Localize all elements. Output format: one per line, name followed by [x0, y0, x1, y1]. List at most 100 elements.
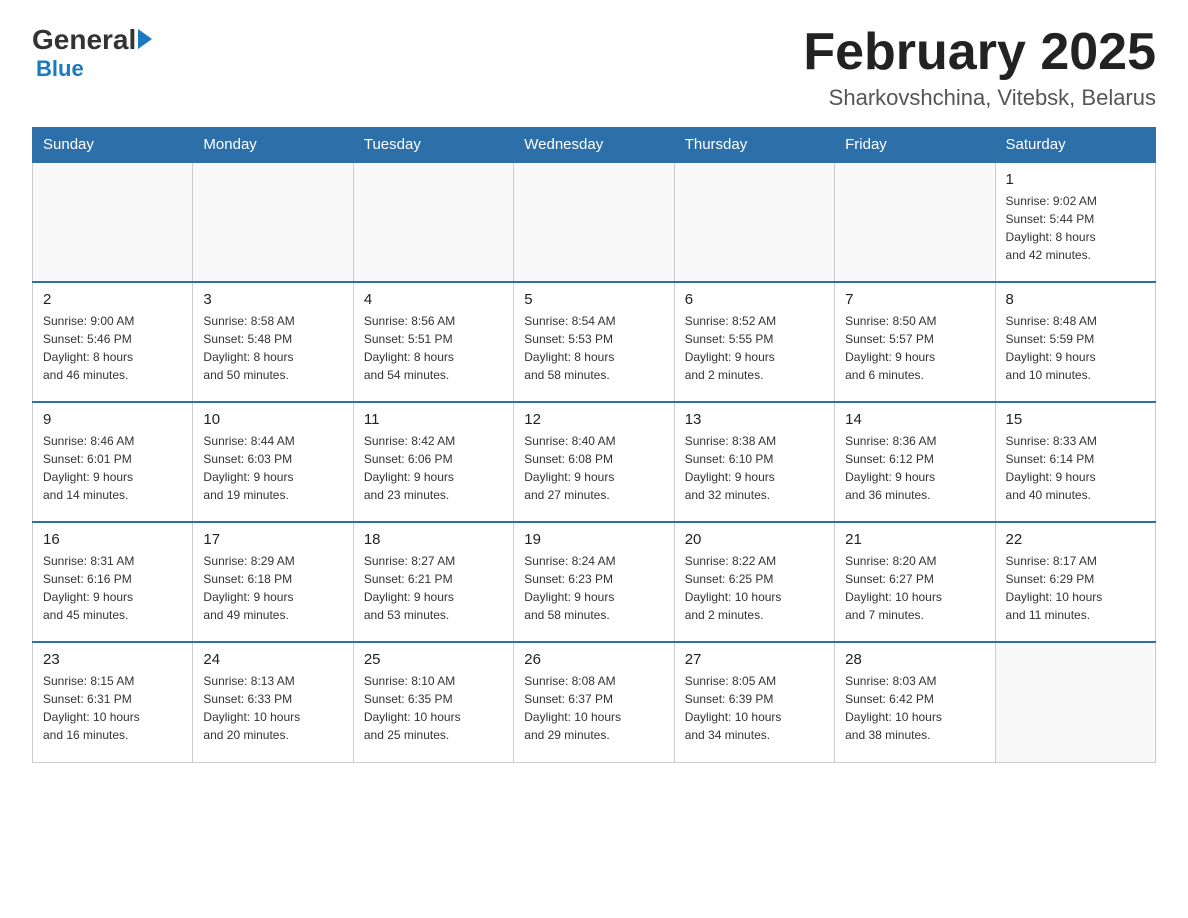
calendar-cell: 1Sunrise: 9:02 AMSunset: 5:44 PMDaylight… [995, 162, 1155, 282]
day-number: 24 [203, 651, 342, 668]
calendar-cell: 6 Sunrise: 8:52 AMSunset: 5:55 PMDaylight… [674, 282, 834, 402]
day-number: 3 [203, 291, 342, 308]
day-number: 26 [524, 651, 663, 668]
day-info: Sunrise: 8:17 AMSunset: 6:29 PMDaylight:… [1006, 552, 1145, 624]
week-row-5: 23 Sunrise: 8:15 AMSunset: 6:31 PMDayligh… [33, 642, 1156, 762]
logo-text: General [32, 24, 152, 56]
calendar-cell: 26Sunrise: 8:08 AMSunset: 6:37 PMDayligh… [514, 642, 674, 762]
day-number: 6 [685, 291, 824, 308]
calendar-cell: 21Sunrise: 8:20 AMSunset: 6:27 PMDayligh… [835, 522, 995, 642]
day-info: Sunrise: 8:15 AMSunset: 6:31 PMDaylight:… [43, 672, 182, 744]
title-area: February 2025 Sharkovshchina, Vitebsk, B… [803, 24, 1156, 111]
day-info: Sunrise: 8:36 AMSunset: 6:12 PMDaylight:… [845, 432, 984, 504]
header-friday: Friday [835, 128, 995, 163]
calendar-cell: 17 Sunrise: 8:29 AMSunset: 6:18 PMDayligh… [193, 522, 353, 642]
day-number: 25 [364, 651, 503, 668]
day-info: Sunrise: 8:44 AMSunset: 6:03 PMDaylight:… [203, 432, 342, 504]
day-number: 27 [685, 651, 824, 668]
calendar-cell: 18Sunrise: 8:27 AMSunset: 6:21 PMDayligh… [353, 522, 513, 642]
calendar-cell: 10 Sunrise: 8:44 AMSunset: 6:03 PMDayligh… [193, 402, 353, 522]
calendar-cell: 8Sunrise: 8:48 AMSunset: 5:59 PMDaylight… [995, 282, 1155, 402]
calendar-cell [353, 162, 513, 282]
calendar-cell: 28Sunrise: 8:03 AMSunset: 6:42 PMDayligh… [835, 642, 995, 762]
calendar-cell [674, 162, 834, 282]
page-subtitle: Sharkovshchina, Vitebsk, Belarus [803, 85, 1156, 111]
logo-blue-label: Blue [36, 56, 84, 81]
day-info: Sunrise: 8:29 AMSunset: 6:18 PMDaylight:… [203, 552, 342, 624]
weekday-header-row: Sunday Monday Tuesday Wednesday Thursday… [33, 128, 1156, 163]
day-number: 22 [1006, 531, 1145, 548]
day-number: 13 [685, 411, 824, 428]
day-info: Sunrise: 8:03 AMSunset: 6:42 PMDaylight:… [845, 672, 984, 744]
calendar-cell [193, 162, 353, 282]
day-number: 9 [43, 411, 182, 428]
day-number: 10 [203, 411, 342, 428]
day-number: 11 [364, 411, 503, 428]
day-number: 4 [364, 291, 503, 308]
day-info: Sunrise: 8:52 AMSunset: 5:55 PMDaylight:… [685, 312, 824, 384]
logo-general: General [32, 24, 136, 56]
header-sunday: Sunday [33, 128, 193, 163]
calendar-cell: 15 Sunrise: 8:33 AMSunset: 6:14 PMDayligh… [995, 402, 1155, 522]
day-info: Sunrise: 8:42 AMSunset: 6:06 PMDaylight:… [364, 432, 503, 504]
calendar-cell: 23 Sunrise: 8:15 AMSunset: 6:31 PMDayligh… [33, 642, 193, 762]
day-info: Sunrise: 8:46 AMSunset: 6:01 PMDaylight:… [43, 432, 182, 504]
day-info: Sunrise: 8:27 AMSunset: 6:21 PMDaylight:… [364, 552, 503, 624]
day-info: Sunrise: 9:00 AMSunset: 5:46 PMDaylight:… [43, 312, 182, 384]
day-number: 5 [524, 291, 663, 308]
day-info: Sunrise: 8:58 AMSunset: 5:48 PMDaylight:… [203, 312, 342, 384]
calendar-cell: 19 Sunrise: 8:24 AMSunset: 6:23 PMDayligh… [514, 522, 674, 642]
header-tuesday: Tuesday [353, 128, 513, 163]
day-number: 23 [43, 651, 182, 668]
header-wednesday: Wednesday [514, 128, 674, 163]
day-info: Sunrise: 9:02 AMSunset: 5:44 PMDaylight:… [1006, 192, 1145, 264]
day-number: 20 [685, 531, 824, 548]
week-row-2: 2 Sunrise: 9:00 AMSunset: 5:46 PMDaylight… [33, 282, 1156, 402]
day-info: Sunrise: 8:10 AMSunset: 6:35 PMDaylight:… [364, 672, 503, 744]
calendar-cell: 2 Sunrise: 9:00 AMSunset: 5:46 PMDaylight… [33, 282, 193, 402]
day-number: 14 [845, 411, 984, 428]
day-info: Sunrise: 8:38 AMSunset: 6:10 PMDaylight:… [685, 432, 824, 504]
calendar-cell [33, 162, 193, 282]
day-info: Sunrise: 8:33 AMSunset: 6:14 PMDaylight:… [1006, 432, 1145, 504]
logo-arrow-icon [138, 29, 152, 49]
calendar-cell: 20 Sunrise: 8:22 AMSunset: 6:25 PMDayligh… [674, 522, 834, 642]
calendar-cell [835, 162, 995, 282]
page-title: February 2025 [803, 24, 1156, 81]
day-info: Sunrise: 8:22 AMSunset: 6:25 PMDaylight:… [685, 552, 824, 624]
calendar-cell [995, 642, 1155, 762]
header-thursday: Thursday [674, 128, 834, 163]
logo: General Blue [32, 24, 152, 82]
calendar-cell: 5Sunrise: 8:54 AMSunset: 5:53 PMDaylight… [514, 282, 674, 402]
day-number: 15 [1006, 411, 1145, 428]
day-info: Sunrise: 8:20 AMSunset: 6:27 PMDaylight:… [845, 552, 984, 624]
day-info: Sunrise: 8:40 AMSunset: 6:08 PMDaylight:… [524, 432, 663, 504]
calendar-cell: 25 Sunrise: 8:10 AMSunset: 6:35 PMDayligh… [353, 642, 513, 762]
day-info: Sunrise: 8:13 AMSunset: 6:33 PMDaylight:… [203, 672, 342, 744]
calendar-cell: 7Sunrise: 8:50 AMSunset: 5:57 PMDaylight… [835, 282, 995, 402]
day-number: 12 [524, 411, 663, 428]
calendar-cell: 24 Sunrise: 8:13 AMSunset: 6:33 PMDayligh… [193, 642, 353, 762]
day-number: 17 [203, 531, 342, 548]
day-info: Sunrise: 8:24 AMSunset: 6:23 PMDaylight:… [524, 552, 663, 624]
day-info: Sunrise: 8:48 AMSunset: 5:59 PMDaylight:… [1006, 312, 1145, 384]
calendar-table: Sunday Monday Tuesday Wednesday Thursday… [32, 127, 1156, 763]
calendar-cell: 9 Sunrise: 8:46 AMSunset: 6:01 PMDaylight… [33, 402, 193, 522]
calendar-cell: 12 Sunrise: 8:40 AMSunset: 6:08 PMDayligh… [514, 402, 674, 522]
day-number: 19 [524, 531, 663, 548]
day-number: 16 [43, 531, 182, 548]
week-row-1: 1Sunrise: 9:02 AMSunset: 5:44 PMDaylight… [33, 162, 1156, 282]
page-header: General Blue February 2025 Sharkovshchin… [32, 24, 1156, 111]
day-number: 7 [845, 291, 984, 308]
calendar-cell: 16 Sunrise: 8:31 AMSunset: 6:16 PMDayligh… [33, 522, 193, 642]
day-number: 2 [43, 291, 182, 308]
logo-blue-text: Blue [32, 56, 84, 82]
calendar-cell: 14 Sunrise: 8:36 AMSunset: 6:12 PMDayligh… [835, 402, 995, 522]
calendar-cell: 22 Sunrise: 8:17 AMSunset: 6:29 PMDayligh… [995, 522, 1155, 642]
day-info: Sunrise: 8:31 AMSunset: 6:16 PMDaylight:… [43, 552, 182, 624]
calendar-cell: 4 Sunrise: 8:56 AMSunset: 5:51 PMDaylight… [353, 282, 513, 402]
day-info: Sunrise: 8:56 AMSunset: 5:51 PMDaylight:… [364, 312, 503, 384]
header-monday: Monday [193, 128, 353, 163]
calendar-cell: 11 Sunrise: 8:42 AMSunset: 6:06 PMDayligh… [353, 402, 513, 522]
calendar-cell: 3 Sunrise: 8:58 AMSunset: 5:48 PMDaylight… [193, 282, 353, 402]
